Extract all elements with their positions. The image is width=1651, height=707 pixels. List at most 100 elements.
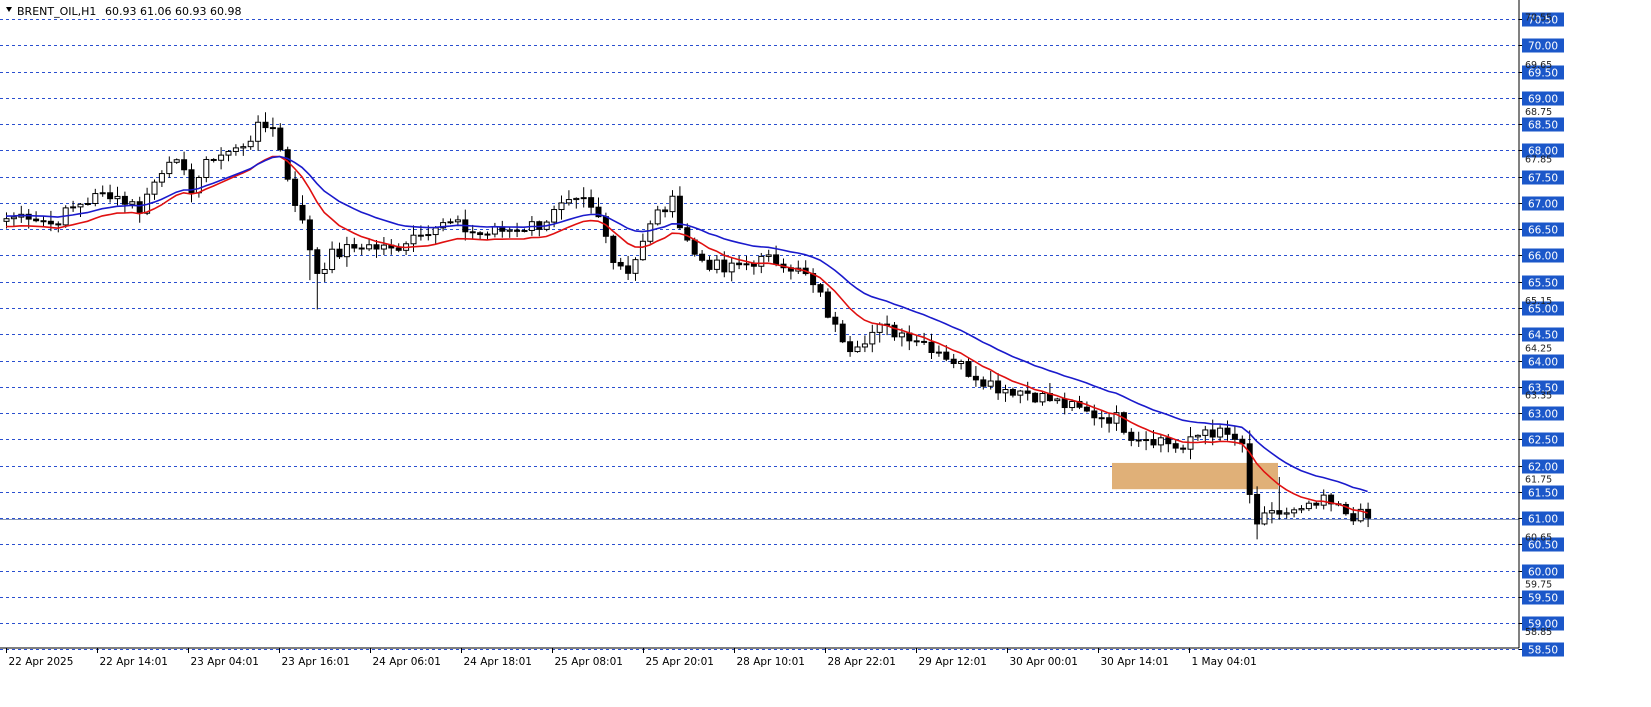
chart-area[interactable]: 70.50 70.00 69.50 69.00 68.50 68.00 67.50 67.00… bbox=[0, 0, 1651, 707]
bull-candle-body bbox=[195, 177, 202, 194]
bull-candle-body bbox=[70, 206, 77, 209]
bear-candle-body bbox=[1032, 392, 1039, 403]
time-tick-label: 28 Apr 22:01 bbox=[828, 656, 896, 668]
bull-candle-body bbox=[410, 234, 417, 245]
bear-candle-body bbox=[1106, 417, 1113, 424]
candle bbox=[1032, 392, 1039, 404]
bear-candle-body bbox=[824, 291, 831, 318]
price-tick-label: 70.55 bbox=[1525, 13, 1552, 24]
bull-candle-body bbox=[491, 226, 498, 235]
bull-candle-body bbox=[425, 234, 432, 237]
price-level-label: 63.00 bbox=[1528, 409, 1558, 421]
supply-zone-rect bbox=[1112, 462, 1278, 490]
bear-candle-body bbox=[1365, 508, 1372, 519]
time-tick-label: 22 Apr 2025 bbox=[9, 656, 74, 668]
bear-candle-body bbox=[336, 248, 343, 258]
price-tick-label: 60.65 bbox=[1525, 532, 1552, 543]
bear-candle-body bbox=[980, 379, 987, 387]
price-level-label: 65.50 bbox=[1528, 278, 1558, 290]
time-tick-label: 30 Apr 00:01 bbox=[1010, 656, 1078, 668]
bear-candle-body bbox=[684, 227, 691, 241]
bull-candle-body bbox=[129, 201, 136, 205]
time-tick-label: 22 Apr 14:01 bbox=[100, 656, 168, 668]
bull-candle-body bbox=[151, 181, 158, 195]
price-level-label: 66.50 bbox=[1528, 225, 1558, 237]
price-tick-label: 65.15 bbox=[1525, 296, 1552, 307]
bear-candle-body bbox=[40, 220, 47, 223]
bull-candle-body bbox=[632, 259, 639, 274]
bear-candle-body bbox=[1172, 443, 1179, 449]
bull-candle-body bbox=[366, 244, 373, 250]
bull-candle-body bbox=[728, 262, 735, 273]
time-tick-label: 24 Apr 06:01 bbox=[373, 656, 441, 668]
price-level-label: 66.00 bbox=[1528, 251, 1558, 263]
price-tick-label: 59.75 bbox=[1525, 580, 1552, 591]
price-level-label: 69.00 bbox=[1528, 94, 1558, 106]
bear-candle-body bbox=[284, 149, 291, 180]
bear-candle-body bbox=[1128, 431, 1135, 441]
bear-candle-body bbox=[269, 127, 276, 130]
bull-candle-body bbox=[1320, 494, 1327, 506]
price-tick-label: 64.25 bbox=[1525, 343, 1552, 354]
bull-candle-body bbox=[987, 380, 994, 387]
bear-candle-body bbox=[847, 341, 854, 353]
bear-candle-body bbox=[750, 263, 757, 267]
price-level-label: 67.00 bbox=[1528, 199, 1558, 211]
candle bbox=[1120, 411, 1127, 435]
bull-candle-body bbox=[935, 351, 942, 354]
bear-candle-body bbox=[699, 253, 706, 261]
bear-candle-body bbox=[1313, 502, 1320, 506]
price-tick-label: 67.85 bbox=[1525, 154, 1552, 165]
bull-candle-body bbox=[247, 140, 254, 148]
bull-candle-body bbox=[343, 244, 350, 258]
bear-candle-body bbox=[121, 195, 128, 205]
bull-candle-body bbox=[565, 199, 572, 204]
candlestick-chart[interactable]: 70.5070.0069.5069.0068.5068.0067.5067.00… bbox=[0, 0, 1651, 707]
price-level-label: 62.50 bbox=[1528, 435, 1558, 447]
bear-candle-body bbox=[1083, 406, 1090, 412]
bear-candle-body bbox=[1091, 410, 1098, 419]
bull-candle-body bbox=[84, 202, 91, 205]
bear-candle-body bbox=[1254, 493, 1261, 525]
bear-candle-body bbox=[662, 209, 669, 213]
bull-candle-body bbox=[958, 360, 965, 365]
bear-candle-body bbox=[262, 121, 269, 129]
bear-candle-body bbox=[277, 127, 284, 151]
bull-candle-body bbox=[869, 331, 876, 345]
bear-candle-body bbox=[832, 316, 839, 325]
bear-candle-body bbox=[928, 341, 935, 353]
bear-candle-body bbox=[721, 259, 728, 273]
bull-candle-body bbox=[1291, 509, 1298, 514]
bear-candle-body bbox=[1165, 437, 1172, 445]
bull-candle-body bbox=[647, 223, 654, 242]
bull-candle-body bbox=[255, 121, 262, 142]
bear-candle-body bbox=[107, 192, 114, 200]
chart-header: BRENT_OIL,H1 60.93 61.06 60.93 60.98 bbox=[6, 5, 241, 18]
price-level-label: 60.00 bbox=[1528, 567, 1558, 579]
candle bbox=[647, 220, 654, 244]
bear-candle-body bbox=[417, 234, 424, 237]
time-tick-label: 29 Apr 12:01 bbox=[919, 656, 987, 668]
bull-candle-body bbox=[898, 332, 905, 338]
ohlc-values: 60.93 61.06 60.93 60.98 bbox=[105, 5, 241, 18]
bull-candle-body bbox=[218, 154, 225, 161]
bear-candle-body bbox=[1224, 427, 1231, 435]
bear-candle-body bbox=[1120, 412, 1127, 433]
bear-candle-body bbox=[617, 261, 624, 267]
bull-candle-body bbox=[166, 161, 173, 175]
bear-candle-body bbox=[358, 247, 365, 250]
bull-candle-body bbox=[1017, 390, 1024, 396]
bull-candle-body bbox=[432, 227, 439, 236]
time-tick-label: 1 May 04:01 bbox=[1192, 656, 1257, 668]
supply-zone bbox=[1112, 462, 1278, 490]
bull-candle-body bbox=[158, 173, 165, 183]
bear-candle-body bbox=[314, 249, 321, 274]
bear-candle-body bbox=[395, 247, 402, 251]
bull-candle-body bbox=[669, 195, 676, 213]
bull-candle-body bbox=[506, 229, 513, 232]
time-tick-label: 30 Apr 14:01 bbox=[1101, 656, 1169, 668]
bear-candle-body bbox=[972, 375, 979, 381]
bear-candle-body bbox=[736, 262, 743, 266]
bear-candle-body bbox=[913, 340, 920, 343]
bull-candle-body bbox=[854, 346, 861, 353]
